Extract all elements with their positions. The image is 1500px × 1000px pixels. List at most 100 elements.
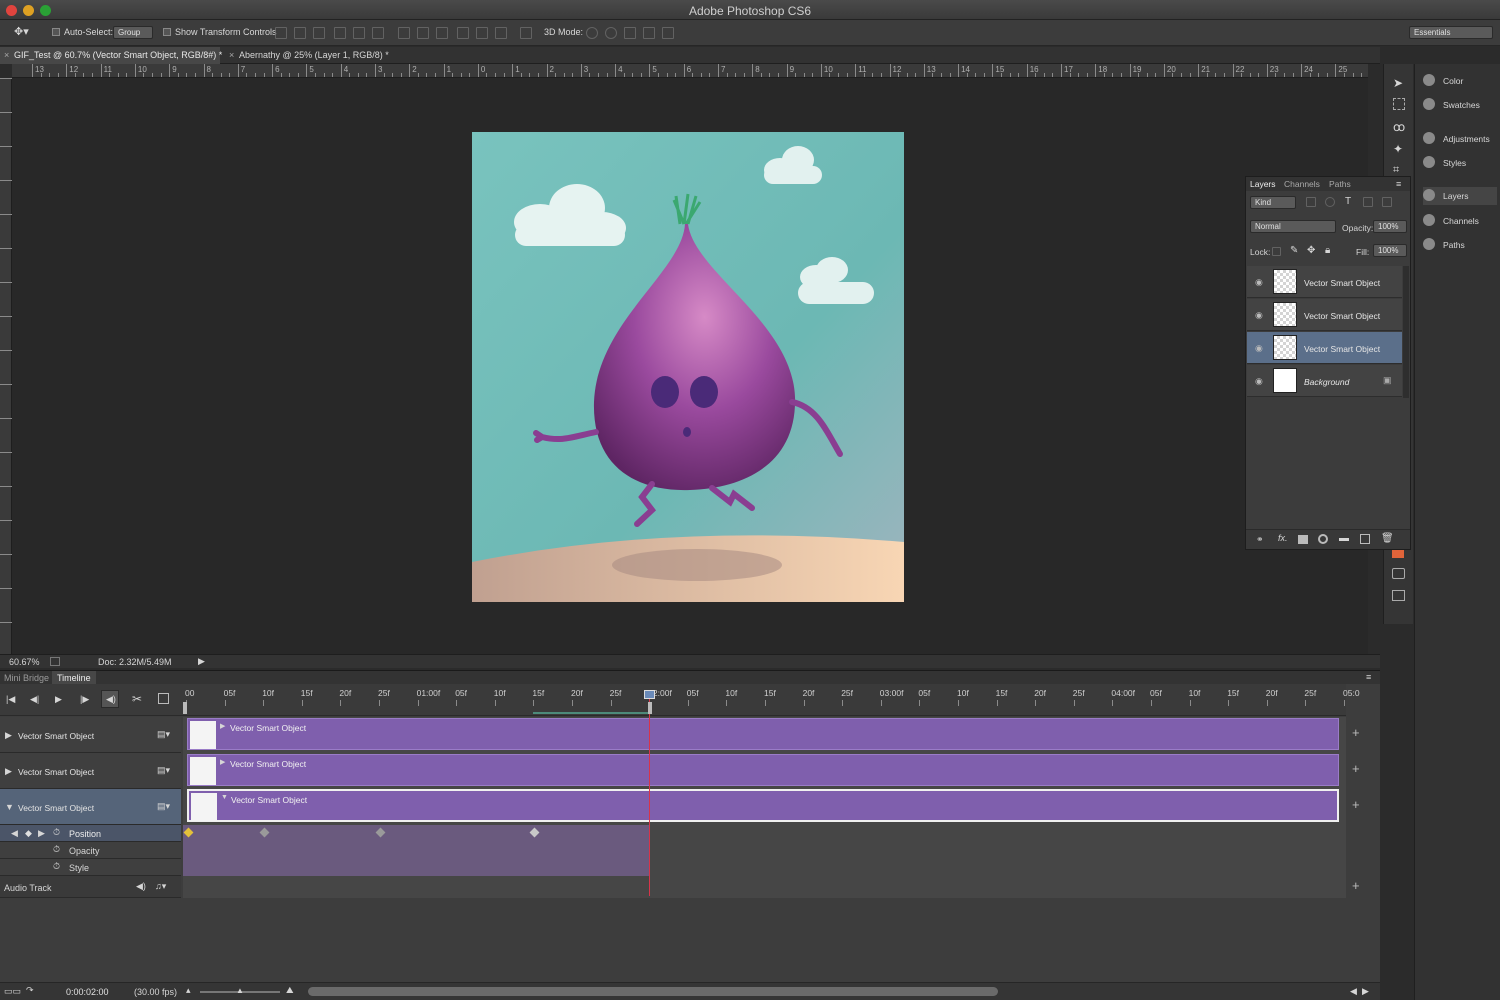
delete-layer-icon[interactable]: 🗑︎ [1381, 533, 1394, 544]
play-icon[interactable]: ▶ [55, 694, 62, 705]
track-options-icon[interactable]: ▤▾ [157, 765, 170, 776]
audio-mute-icon[interactable]: ◀) [136, 881, 146, 892]
screen-mode-icon[interactable] [1392, 590, 1405, 601]
align-top-icon[interactable] [275, 27, 287, 39]
property-row-opacity[interactable]: ⏱ Opacity [0, 842, 181, 859]
add-media-icon[interactable]: + [1352, 797, 1360, 812]
close-tab-icon[interactable]: × [4, 50, 9, 60]
timeline-scrollbar[interactable] [308, 987, 998, 996]
distribute-hcenter-icon[interactable] [476, 27, 488, 39]
dock-item-layers[interactable]: Layers [1423, 187, 1497, 205]
track-options-icon[interactable]: ▤▾ [157, 729, 170, 740]
track-header-selected[interactable]: ▼ Vector Smart Object ▤▾ [0, 789, 181, 825]
current-time[interactable]: 0:00:02:00 [66, 987, 109, 997]
opacity-field[interactable]: 100% [1373, 220, 1407, 233]
expand-arrow-icon[interactable]: ▶ [5, 730, 12, 741]
blend-mode-dropdown[interactable]: Normal [1250, 220, 1336, 233]
tab-paths[interactable]: Paths [1329, 179, 1351, 189]
distribute-vcenter-icon[interactable] [417, 27, 429, 39]
panel-menu-icon[interactable]: ≡ [1396, 179, 1401, 189]
add-keyframe-icon[interactable]: ◆ [25, 828, 32, 839]
clip-collapse-icon[interactable]: ▼ [221, 794, 228, 801]
visibility-eye-icon[interactable]: ◉ [1255, 310, 1263, 321]
layer-name[interactable]: Background [1304, 377, 1349, 387]
clip-expand-icon[interactable]: ▶ [220, 758, 225, 766]
filter-type-icon[interactable]: T [1345, 196, 1351, 207]
filter-smart-object-icon[interactable] [1382, 197, 1392, 207]
track-options-icon[interactable]: ▤▾ [157, 801, 170, 812]
3d-roll-icon[interactable] [605, 27, 617, 39]
doc-tab-abernathy[interactable]: × Abernathy @ 25% (Layer 1, RGB/8) * [225, 47, 395, 64]
3d-pan-icon[interactable] [624, 27, 636, 39]
distribute-bottom-icon[interactable] [436, 27, 448, 39]
visibility-eye-icon[interactable]: ◉ [1255, 376, 1263, 387]
track-header[interactable]: ▶ Vector Smart Object ▤▾ [0, 753, 181, 789]
dock-item-channels[interactable]: Channels [1423, 212, 1497, 230]
lock-all-icon[interactable]: 🔒︎ [1325, 245, 1330, 256]
audio-options-icon[interactable]: ♫▾ [155, 881, 166, 892]
3d-rotate-icon[interactable] [586, 27, 598, 39]
foreground-color-swatch[interactable] [1392, 550, 1404, 558]
layer-row-selected[interactable]: ◉ Vector Smart Object [1247, 332, 1402, 364]
distribute-right-icon[interactable] [495, 27, 507, 39]
audio-mute-icon[interactable]: ◀) [101, 690, 119, 708]
add-media-icon[interactable]: + [1352, 761, 1360, 776]
dock-item-paths[interactable]: Paths [1423, 236, 1497, 254]
scroll-left-icon[interactable]: ◀ [1350, 986, 1357, 997]
filter-shape-icon[interactable] [1363, 197, 1373, 207]
next-keyframe-icon[interactable]: ▶ [38, 828, 45, 839]
export-icon[interactable] [50, 657, 60, 666]
split-scissors-icon[interactable]: ✂ [132, 692, 142, 706]
tab-channels[interactable]: Channels [1284, 179, 1320, 189]
filter-pixel-icon[interactable] [1306, 197, 1316, 207]
new-layer-icon[interactable] [1360, 534, 1370, 544]
marquee-tool-icon[interactable] [1393, 98, 1405, 110]
move-tool-icon[interactable]: ✥▾ [14, 25, 29, 38]
add-media-icon[interactable]: + [1352, 725, 1360, 740]
stopwatch-icon[interactable]: ⏱ [53, 827, 60, 838]
move-tool-icon[interactable]: ➤ [1393, 76, 1403, 90]
zoom-level[interactable]: 60.67% [9, 657, 40, 667]
visibility-eye-icon[interactable]: ◉ [1255, 343, 1263, 354]
track-header[interactable]: ▶ Vector Smart Object ▤▾ [0, 717, 181, 753]
new-adjustment-icon[interactable] [1318, 534, 1328, 544]
layer-row[interactable]: ◉ Vector Smart Object [1247, 299, 1402, 331]
distribute-left-icon[interactable] [457, 27, 469, 39]
zoom-slider-thumb[interactable]: ▲ [236, 986, 244, 995]
layers-scrollbar[interactable] [1403, 266, 1409, 398]
dock-item-color[interactable]: Color [1423, 72, 1497, 90]
auto-select-checkbox[interactable]: Auto-Select: [52, 27, 113, 37]
layer-name[interactable]: Vector Smart Object [1304, 278, 1380, 288]
audio-track-header[interactable]: Audio Track ◀) ♫▾ [0, 876, 181, 898]
layer-row[interactable]: ◉ Vector Smart Object [1247, 266, 1402, 298]
new-group-icon[interactable]: ▬ [1339, 533, 1349, 544]
prev-keyframe-icon[interactable]: ◀ [11, 828, 18, 839]
collapse-arrow-icon[interactable]: ▼ [5, 802, 14, 812]
layer-filter-dropdown[interactable]: Kind [1250, 196, 1296, 209]
zoom-out-icon[interactable]: ▴ [186, 985, 191, 996]
auto-align-icon[interactable] [520, 27, 532, 39]
work-area-start-handle[interactable] [183, 702, 187, 714]
align-hcenter-icon[interactable] [353, 27, 365, 39]
dock-item-styles[interactable]: Styles [1423, 154, 1497, 172]
clip-expand-icon[interactable]: ▶ [220, 722, 225, 730]
quick-mask-icon[interactable] [1392, 568, 1405, 579]
work-area-end-handle[interactable] [648, 702, 652, 714]
3d-slide-icon[interactable] [643, 27, 655, 39]
tab-mini-bridge[interactable]: Mini Bridge [4, 673, 49, 683]
playhead-handle[interactable] [644, 690, 655, 699]
clip-bar-selected[interactable]: ▼ Vector Smart Object [187, 789, 1339, 822]
layer-row-background[interactable]: ◉ Background ▣ [1247, 365, 1402, 397]
tab-timeline[interactable]: Timeline [52, 671, 96, 685]
prev-frame-icon[interactable]: ◀| [30, 694, 39, 705]
property-row-position[interactable]: ◀ ◆ ▶ ⏱ Position [0, 825, 181, 842]
document-canvas[interactable] [472, 132, 904, 602]
3d-scale-icon[interactable] [662, 27, 674, 39]
fx-icon[interactable]: fx. [1278, 533, 1288, 543]
zoom-in-icon[interactable]: ⛰ [286, 985, 294, 996]
lock-brush-icon[interactable]: ✎ [1290, 245, 1298, 256]
magic-wand-icon[interactable]: ✦ [1393, 142, 1403, 156]
layer-name[interactable]: Vector Smart Object [1304, 311, 1380, 321]
align-vcenter-icon[interactable] [294, 27, 306, 39]
clip-bar[interactable]: ▶ Vector Smart Object [187, 754, 1339, 786]
